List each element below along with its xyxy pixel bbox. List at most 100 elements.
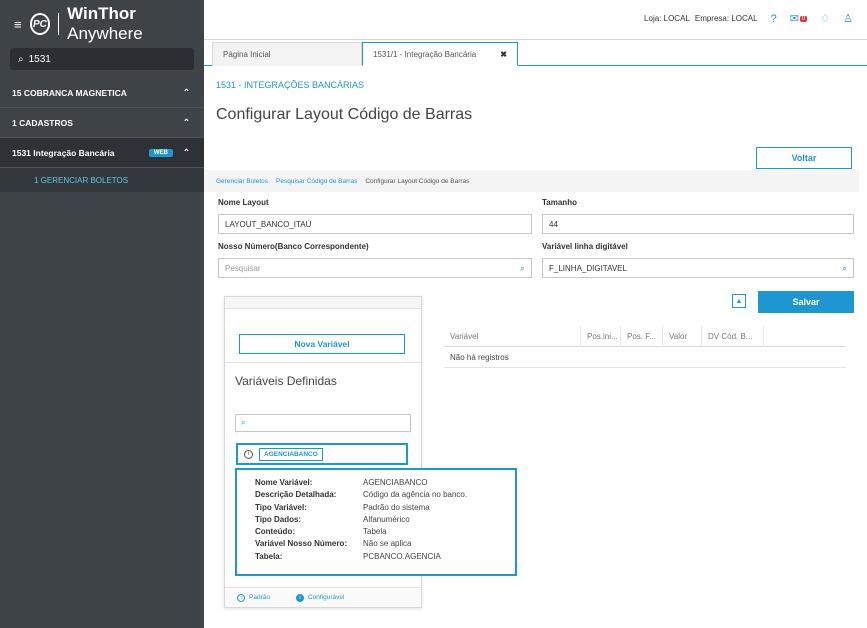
tooltip-row: Tipo Dados: Alfanumérico [255, 515, 515, 527]
tooltip-key: Nome Variável: [255, 478, 313, 487]
nome-layout-label: Nome Layout [218, 198, 269, 207]
collapse-button[interactable]: ▲ [732, 294, 746, 308]
pc-logo-icon: PC [29, 13, 51, 35]
variable-details-tooltip: Nome Variável: AGENCIABANCO Descrição Det… [235, 468, 517, 576]
loja-label: Loja: LOCAL [644, 14, 690, 23]
sidebar-item-label: 15 COBRANCA MAGNETICA [12, 87, 127, 98]
voltar-button[interactable]: Voltar [756, 147, 852, 169]
tab-integracao-bancaria[interactable]: 1531/1 - Integração Bancária ✖ [362, 42, 518, 66]
breadcrumb-gerenciar-boletos[interactable]: Gerenciar Boletos [216, 178, 268, 185]
brand-name: WinThor [67, 4, 136, 23]
sidebar-item-cobranca[interactable]: 15 COBRANCA MAGNETICA ⌃ [0, 78, 204, 108]
tooltip-row: Tipo Variável: Padrão do sistema [255, 503, 515, 515]
column-header-pos-ini[interactable]: Pos.ini... [581, 325, 621, 347]
empresa-label: Empresa: LOCAL [694, 14, 758, 23]
variavel-linha-field[interactable]: F_LINHA_DIGITAVEL ⌕ [542, 258, 854, 278]
tooltip-value: Padrão do sistema [363, 502, 430, 512]
info-icon: i [237, 593, 245, 602]
panel-header-strip [225, 297, 421, 309]
variavel-linha-label: Variável linha digitável [542, 242, 628, 251]
main-content: 1531 - INTEGRAÇÕES BANCÁRIAS Configurar … [204, 66, 867, 628]
nome-layout-field[interactable]: LAYOUT_BANCO_ITAÚ [218, 214, 532, 234]
tamanho-field[interactable]: 44 [542, 214, 854, 234]
tooltip-value: AGENCIABANCO [363, 478, 428, 487]
sidebar-header: ≡ PC WinThor Anywhere [0, 0, 204, 48]
panel-divider [225, 362, 421, 363]
variavel-linha-value: F_LINHA_DIGITAVEL [549, 263, 627, 273]
column-header-dv-cod-barras[interactable]: DV Cód. B... [702, 325, 764, 347]
nosso-numero-label: Nosso Número(Banco Correspondente) [218, 242, 369, 251]
nova-variavel-button[interactable]: Nova Variável [239, 334, 405, 354]
tooltip-key: Variável Nosso Número: [255, 539, 348, 549]
tooltip-value: Alfanumérico [363, 514, 410, 524]
breadcrumb-pesquisar-codigo[interactable]: Pesquisar Código de Barras [276, 178, 357, 185]
tamanho-label: Tamanho [542, 198, 577, 207]
tab-bar: Página Inicial 1531/1 - Integração Bancá… [204, 40, 867, 66]
info-filled-icon: i [295, 593, 304, 602]
tooltip-row: Conteúdo: Tabela [255, 527, 515, 539]
chevron-up-icon: ⌃ [182, 87, 190, 97]
sidebar-item-cadastros[interactable]: 1 CADASTROS ⌃ [0, 108, 204, 138]
tab-label: Página Inicial [223, 50, 271, 59]
tooltip-key: Tabela: [255, 551, 283, 561]
tamanho-value: 44 [549, 219, 558, 229]
sidebar: ≡ PC WinThor Anywhere ⌕ 1531 15 COBRANCA… [0, 0, 204, 628]
logo-divider [58, 13, 60, 35]
tooltip-key: Tipo Variável: [255, 502, 307, 512]
breadcrumb: Gerenciar Boletos Pesquisar Código de Ba… [204, 170, 859, 192]
legend-configuravel: i Configurável [295, 593, 345, 602]
web-badge: WEB [148, 148, 173, 157]
tooltip-value: Tabela [363, 527, 387, 537]
sidebar-item-label: 1 CADASTROS [12, 117, 73, 128]
breadcrumb-current: Configurar Layout Código de Barras [365, 177, 470, 185]
chevron-up-icon: ⌃ [182, 147, 190, 157]
menu-icon[interactable]: ≡ [14, 17, 22, 32]
variables-table: Variável Pos.ini... Pos. F... Valor DV C… [444, 325, 846, 368]
tooltip-row: Nome Variável: AGENCIABANCO [255, 478, 515, 490]
variable-tag[interactable]: AGENCIABANCO [259, 447, 323, 461]
bell-icon[interactable]: ♢ [820, 12, 830, 25]
tooltip-row: Descrição Detalhada: Código da agência no… [255, 490, 515, 502]
variable-item-agenciabanco[interactable]: i AGENCIABANCO [236, 443, 408, 465]
top-right-group: Loja: LOCAL Empresa: LOCAL ? ✉ 0 ♢ ♙ [644, 12, 853, 26]
column-header-valor[interactable]: Valor [663, 325, 702, 347]
tooltip-key: Tipo Dados: [255, 514, 302, 524]
search-icon[interactable]: ⌕ [520, 263, 525, 274]
tab-pagina-inicial[interactable]: Página Inicial [212, 42, 362, 66]
nome-layout-value: LAYOUT_BANCO_ITAÚ [225, 219, 312, 229]
legend-padrao-label: Padrão [249, 594, 270, 601]
info-icon: i [244, 449, 253, 459]
help-icon[interactable]: ? [771, 13, 777, 25]
tooltip-row: Variável Nosso Número: Não se aplica [255, 539, 515, 551]
sidebar-subitem-gerenciar-boletos[interactable]: 1 GERENCIAR BOLETOS [0, 168, 204, 192]
legend-configuravel-label: Configurável [307, 594, 345, 601]
sidebar-item-integracao[interactable]: 1531 Integração Bancária WEB ⌃ [0, 138, 204, 168]
tooltip-value: Código da agência no banco. [363, 490, 468, 500]
search-icon[interactable]: ⌕ [842, 263, 847, 274]
tooltip-key: Conteúdo: [255, 527, 295, 537]
tooltip-key: Descrição Detalhada: [255, 490, 337, 500]
variaveis-definidas-title: Variáveis Definidas [235, 374, 337, 388]
page-title: Configurar Layout Código de Barras [216, 106, 473, 123]
search-icon: ⌕ [241, 418, 246, 427]
mail-count-badge: 0 [799, 15, 808, 22]
nosso-numero-search-input[interactable]: Pesquisar ⌕ [218, 258, 532, 278]
variables-search-input[interactable]: ⌕ [235, 414, 411, 432]
sidebar-search-input[interactable]: ⌕ 1531 [10, 48, 194, 70]
variables-legend: i Padrão i Configurável [225, 587, 421, 607]
sidebar-search-value: 1531 [28, 53, 51, 65]
user-icon[interactable]: ♙ [843, 12, 853, 25]
tooltip-row: Tabela: PCBANCO.AGENCIA [255, 552, 515, 564]
column-header-pos-fim[interactable]: Pos. F... [621, 325, 663, 347]
tab-label: 1531/1 - Integração Bancária [373, 49, 477, 59]
chevron-up-icon: ▲ [735, 297, 743, 305]
column-header-variavel[interactable]: Variável [444, 325, 581, 347]
mail-icon[interactable]: ✉ [790, 12, 799, 25]
salvar-button[interactable]: Salvar [758, 291, 854, 313]
close-icon[interactable]: ✖ [500, 50, 507, 59]
top-bar: Loja: LOCAL Empresa: LOCAL ? ✉ 0 ♢ ♙ [204, 0, 867, 40]
app-brand: WinThor Anywhere [67, 4, 204, 44]
table-empty-message: Não há registros [444, 347, 846, 368]
search-icon: ⌕ [18, 53, 24, 65]
sidebar-item-meta: WEB ⌃ [148, 147, 190, 158]
